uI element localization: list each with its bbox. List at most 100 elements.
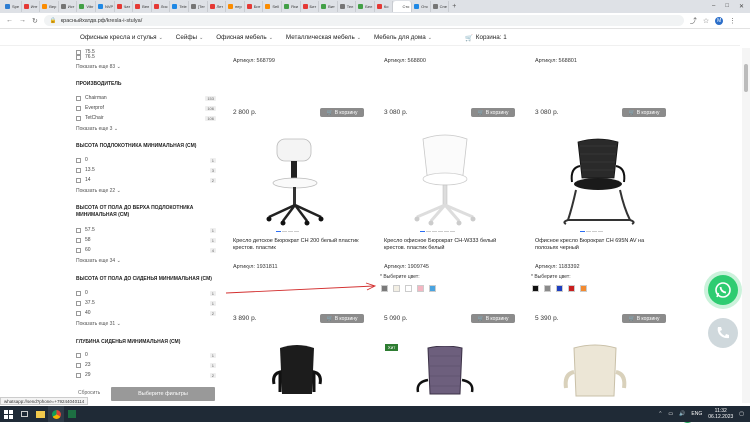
add-to-cart-button[interactable]: 🛒 В корзину [471, 314, 515, 323]
checkbox[interactable] [76, 167, 81, 173]
browser-tab[interactable]: Бит [245, 1, 264, 12]
checkbox[interactable] [76, 95, 81, 101]
browser-tab[interactable]: Вит [319, 1, 338, 12]
browser-tab[interactable]: Sell [263, 1, 282, 12]
filter-option[interactable]: 01 [76, 289, 216, 297]
file-explorer-icon[interactable] [32, 406, 48, 422]
add-to-cart-button[interactable]: 🛒 В корзину [622, 314, 666, 323]
browser-tab[interactable]: Чат [115, 1, 134, 12]
slider-dot-active[interactable] [580, 231, 585, 232]
slider-dot[interactable] [586, 231, 591, 232]
tray-chevron-icon[interactable]: ⌃ [658, 411, 662, 417]
color-swatch[interactable] [556, 285, 563, 292]
browser-tab[interactable]: Vibr [77, 1, 96, 12]
notifications-icon[interactable]: ▢ [739, 411, 744, 417]
product-name-link[interactable]: Кресло офисное Бюрократ CH-W333 белый кр… [384, 238, 514, 252]
browser-menu-icon[interactable]: ⋮ [729, 17, 736, 25]
browser-tab[interactable]: Тел [338, 1, 357, 12]
browser-tab[interactable]: Инт [22, 1, 41, 12]
color-swatch[interactable] [580, 285, 587, 292]
reload-icon[interactable]: ↻ [32, 17, 38, 25]
product-image-mesh-chair-purple[interactable] [410, 346, 480, 404]
slider-dot[interactable] [450, 231, 455, 232]
filter-option[interactable]: Chairman 153 [76, 94, 216, 102]
filter-option[interactable]: Everprof 106 [76, 104, 216, 112]
product-name-link[interactable]: Кресло детское Бюрократ CH 200 белый пла… [233, 238, 363, 252]
filter-option[interactable]: TetChair 106 [76, 114, 216, 122]
scrollbar-thumb[interactable] [744, 64, 748, 92]
checkbox[interactable] [76, 105, 81, 111]
clock[interactable]: 11:32 06.12.2023 [708, 408, 733, 420]
slider-dot[interactable] [438, 231, 443, 232]
checkbox[interactable] [76, 290, 81, 296]
browser-tab[interactable]: Отс [412, 1, 431, 12]
maximize-icon[interactable]: □ [725, 3, 729, 10]
filter-option[interactable]: 57.5 1 [76, 226, 216, 234]
minimize-icon[interactable]: – [712, 3, 715, 10]
slider-dot[interactable] [294, 231, 299, 232]
checkbox[interactable] [76, 247, 81, 253]
filter-option[interactable]: 37.5 1 [76, 299, 216, 307]
slider-dot[interactable] [592, 231, 597, 232]
browser-tab[interactable]: Бит [301, 1, 320, 12]
checkbox[interactable] [76, 177, 81, 183]
checkbox[interactable] [76, 352, 81, 358]
add-to-cart-button[interactable]: 🛒 В корзину [471, 108, 515, 117]
browser-tab[interactable]: пер [226, 1, 245, 12]
browser-tab[interactable]: Лис [152, 1, 171, 12]
browser-tab[interactable]: Сто [393, 1, 413, 12]
checkbox[interactable] [76, 362, 81, 368]
filter-option[interactable]: 58 1 [76, 236, 216, 244]
checkbox[interactable] [76, 300, 81, 306]
menu-item-safes[interactable]: Сейфы ⌄ [176, 34, 203, 41]
browser-tab[interactable]: Ист [59, 1, 78, 12]
browser-tab[interactable]: [Тег [189, 1, 208, 12]
filter-option[interactable]: 29 2 [76, 371, 216, 379]
color-swatch[interactable] [544, 285, 551, 292]
menu-item-home-furniture[interactable]: Мебель для дома ⌄ [374, 34, 432, 41]
reset-filters-link[interactable]: Сбросить [78, 390, 100, 396]
product-image-beige-chair[interactable] [560, 344, 630, 404]
filter-option[interactable]: 13.5 3 [76, 166, 216, 174]
volume-icon[interactable]: 🔊 [679, 411, 685, 417]
whatsapp-button[interactable] [708, 275, 738, 305]
windows-start-icon[interactable] [0, 406, 16, 422]
browser-tab[interactable]: Спе [431, 1, 450, 12]
browser-tab[interactable]: Spe [3, 1, 22, 12]
bookmark-star-icon[interactable]: ☆ [703, 17, 709, 25]
color-swatch[interactable] [393, 285, 400, 292]
show-more-link[interactable]: Показать еще 3 ⌄ [76, 126, 118, 132]
checkbox[interactable] [76, 115, 81, 121]
checkbox[interactable] [76, 227, 81, 233]
show-more-link[interactable]: Показать еще 83 ⌄ [76, 64, 121, 70]
show-more-link[interactable]: Показать еще 34 ⌄ [76, 258, 121, 264]
product-name-link[interactable]: Офисное кресло Бюрократ CH 695N AV на по… [535, 238, 665, 252]
show-more-link[interactable]: Показать еще 31 ⌄ [76, 321, 121, 327]
cart-link[interactable]: 🛒 Корзина: 1 [465, 34, 507, 42]
page-scrollbar[interactable] [742, 48, 750, 403]
callback-button[interactable] [708, 318, 738, 348]
add-to-cart-button[interactable]: 🛒 В корзину [622, 108, 666, 117]
add-to-cart-button[interactable]: 🛒 В корзину [320, 314, 364, 323]
product-image-white-office-chair[interactable] [405, 133, 485, 227]
address-input[interactable]: 🔒 красныйхатдв.рф/kresla-i-stulya/ [43, 15, 684, 26]
show-more-link[interactable]: Показать еще 22 ⌄ [76, 188, 121, 194]
product-image-kids-chair[interactable] [255, 135, 335, 227]
color-swatch[interactable] [429, 285, 436, 292]
color-swatch[interactable] [417, 285, 424, 292]
apply-filters-button[interactable]: Выберите фильтры [111, 387, 215, 401]
task-view-icon[interactable] [16, 406, 32, 422]
filter-option[interactable]: 76.5 [76, 53, 216, 61]
menu-item-office-furniture[interactable]: Офисная мебель ⌄ [216, 34, 273, 41]
checkbox[interactable] [76, 237, 81, 243]
network-icon[interactable]: ▭ [668, 411, 673, 417]
checkbox[interactable] [76, 372, 81, 378]
browser-tab[interactable]: Лет [208, 1, 227, 12]
browser-tab[interactable]: Ко [375, 1, 394, 12]
chrome-icon[interactable] [48, 406, 64, 422]
image-slider-dots[interactable] [580, 231, 603, 232]
filter-option[interactable]: 23 1 [76, 361, 216, 369]
filter-option[interactable]: 40 2 [76, 309, 216, 317]
share-icon[interactable]: ⤴ [690, 16, 697, 26]
product-image-sled-chair-black[interactable] [558, 138, 638, 228]
